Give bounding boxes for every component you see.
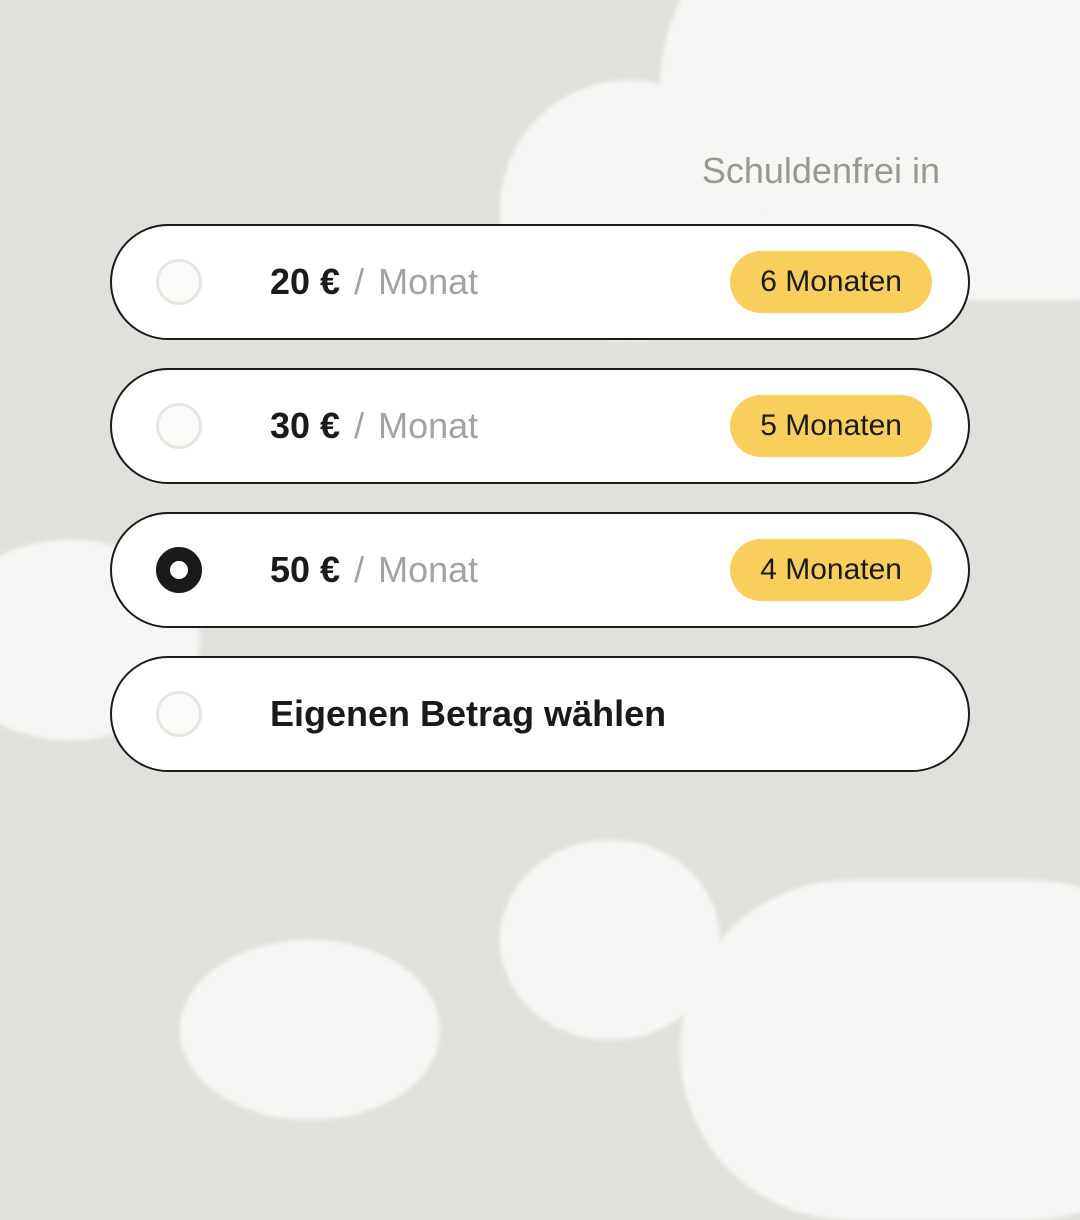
option-label: 30 € / Monat: [270, 405, 730, 447]
option-amount: 50 €: [270, 549, 340, 591]
option-label: Eigenen Betrag wählen: [270, 693, 932, 735]
option-amount: 30 €: [270, 405, 340, 447]
option-slash: /: [354, 405, 364, 447]
radio-icon[interactable]: [156, 547, 202, 593]
payment-option-custom[interactable]: Eigenen Betrag wählen: [110, 656, 970, 772]
payment-option-20[interactable]: 20 € / Monat 6 Monaten: [110, 224, 970, 340]
option-list: 20 € / Monat 6 Monaten 30 € / Monat 5 Mo…: [110, 224, 970, 772]
duration-badge: 6 Monaten: [730, 251, 932, 313]
option-amount: 20 €: [270, 261, 340, 303]
option-period: Monat: [378, 261, 478, 303]
radio-icon[interactable]: [156, 691, 202, 737]
duration-badge: 5 Monaten: [730, 395, 932, 457]
payment-plan-selector: Schuldenfrei in 20 € / Monat 6 Monaten 3…: [0, 0, 1080, 1080]
option-period: Monat: [378, 405, 478, 447]
option-slash: /: [354, 549, 364, 591]
option-label: 20 € / Monat: [270, 261, 730, 303]
payment-option-30[interactable]: 30 € / Monat 5 Monaten: [110, 368, 970, 484]
option-slash: /: [354, 261, 364, 303]
header-label: Schuldenfrei in: [110, 150, 970, 192]
option-period: Monat: [378, 549, 478, 591]
option-label: 50 € / Monat: [270, 549, 730, 591]
radio-icon[interactable]: [156, 403, 202, 449]
payment-option-50[interactable]: 50 € / Monat 4 Monaten: [110, 512, 970, 628]
radio-icon[interactable]: [156, 259, 202, 305]
duration-badge: 4 Monaten: [730, 539, 932, 601]
